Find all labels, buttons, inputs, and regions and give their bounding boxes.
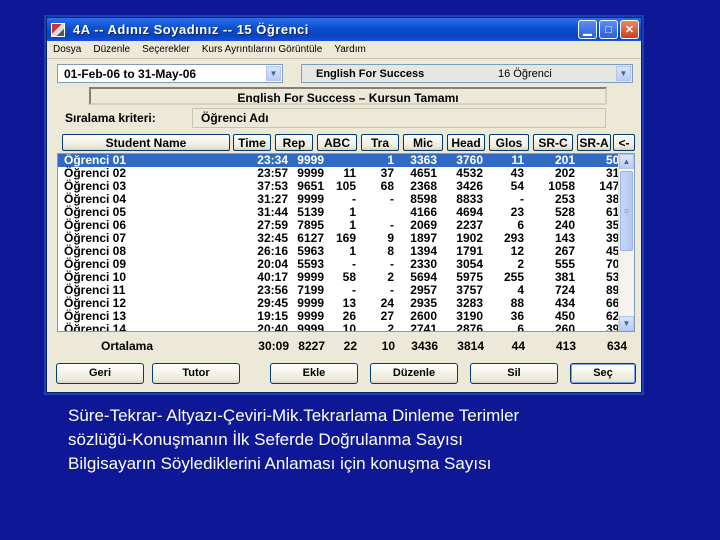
cell-rep: 9999 xyxy=(297,322,324,332)
table-row[interactable]: Öğrenci 07 32:45 6127 169 9 1897 1902 293 143 397 xyxy=(58,232,634,245)
caption-line: Bilgisayarın Söylediklerini Anlaması içi… xyxy=(68,454,492,473)
sort-label: Sıralama kriteri: xyxy=(65,111,156,125)
scroll-up-icon[interactable]: ▲ xyxy=(619,154,634,169)
column-header-time[interactable]: Time xyxy=(233,134,271,151)
cell-mic: 2741 xyxy=(410,322,437,332)
table-row[interactable]: Öğrenci 14 20:40 9999 10 2 2741 2876 6 260 392 xyxy=(58,323,634,332)
minimize-icon: ▁ xyxy=(583,24,592,36)
course-select[interactable]: English For Success 16 Öğrenci ▼ xyxy=(301,64,633,83)
title-bar[interactable]: 4A -- Adınız Soyadınız -- 15 Öğrenci ▁ □… xyxy=(47,18,641,41)
chevron-down-icon[interactable]: ▼ xyxy=(616,66,631,81)
average-sr-a: 634 xyxy=(606,339,627,353)
scrollbar[interactable]: ▲ ≡ ▼ xyxy=(618,154,634,331)
window-title: 4A -- Adınız Soyadınız -- 15 Öğrenci xyxy=(73,22,309,37)
menu-bar: Dosya Düzenle Seçerekler Kurs Ayrıntılar… xyxy=(47,41,641,59)
select-button[interactable]: Seç xyxy=(570,363,636,384)
edit-button[interactable]: Düzenle xyxy=(370,363,458,384)
average-rep: 8227 xyxy=(298,339,325,353)
average-mic: 3436 xyxy=(411,339,438,353)
cell-glos: 6 xyxy=(517,322,524,332)
scroll-thumb[interactable]: ≡ xyxy=(620,171,633,251)
menu-kurs-ayrintilari[interactable]: Kurs Ayrıntılarını Görüntüle xyxy=(202,44,322,55)
back-button-geri[interactable]: Geri xyxy=(56,363,144,384)
close-icon: ✕ xyxy=(624,24,635,36)
column-header-glos[interactable]: Glos xyxy=(489,134,529,151)
menu-dosya[interactable]: Dosya xyxy=(53,44,81,55)
slide-caption: Süre-Tekrar- Altyazı-Çeviri-Mik.Tekrarla… xyxy=(68,404,708,476)
menu-secenekler[interactable]: Seçerekler xyxy=(142,44,190,55)
date-range-select[interactable]: 01-Feb-06 to 31-May-06 ▼ xyxy=(57,64,283,83)
column-header-mic[interactable]: Mic xyxy=(403,134,443,151)
menu-yardim[interactable]: Yardım xyxy=(334,44,366,55)
average-abc: 22 xyxy=(343,339,357,353)
add-button[interactable]: Ekle xyxy=(270,363,358,384)
table-row[interactable]: Öğrenci 10 40:17 9999 58 2 5694 5975 255 381 530 xyxy=(58,271,634,284)
cell-abc: 10 xyxy=(342,322,356,332)
average-head: 3814 xyxy=(457,339,484,353)
table-row[interactable]: Öğrenci 03 37:53 9651 105 68 2368 3426 54 1058 14… xyxy=(58,180,634,193)
cell-sr-c: 260 xyxy=(554,322,575,332)
course-banner: English For Success – Kursun Tamamı xyxy=(89,87,607,105)
cell-time: 20:40 xyxy=(257,322,288,332)
date-range-value: 01-Feb-06 to 31-May-06 xyxy=(64,66,197,81)
back-button[interactable]: <- xyxy=(613,134,635,151)
student-list[interactable]: Öğrenci 01 23:34 9999 1 3363 3760 11 201 502 Öğre… xyxy=(57,153,635,332)
column-header-tra[interactable]: Tra xyxy=(361,134,399,151)
minimize-button[interactable]: ▁ xyxy=(578,20,597,39)
maximize-button[interactable]: □ xyxy=(599,20,618,39)
chevron-down-icon[interactable]: ▼ xyxy=(266,66,281,81)
column-header-head[interactable]: Head xyxy=(447,134,485,151)
app-icon xyxy=(51,22,65,37)
column-header-sr-c[interactable]: SR-C xyxy=(533,134,573,151)
table-row[interactable]: Öğrenci 05 31:44 5139 1 4166 4694 23 528 613 xyxy=(58,206,634,219)
column-header-student-name[interactable]: Student Name xyxy=(62,134,230,151)
cell-student-name: Öğrenci 14 xyxy=(64,322,127,332)
course-name: English For Success xyxy=(316,67,425,80)
column-header-sr-a[interactable]: SR-A xyxy=(577,134,611,151)
cell-head: 2876 xyxy=(456,322,483,332)
table-row[interactable]: Öğrenci 04 31:27 9999- -8598 8833-253 389 xyxy=(58,193,634,206)
student-count: 16 Öğrenci xyxy=(498,67,552,80)
delete-button[interactable]: Sil xyxy=(470,363,558,384)
sort-criteria-field[interactable]: Öğrenci Adı xyxy=(192,108,606,128)
menu-duzenle[interactable]: Düzenle xyxy=(93,44,130,55)
caption-line: sözlüğü-Konuşmanın İlk Seferde Doğrulanm… xyxy=(68,430,463,449)
cell-tra: - xyxy=(390,192,394,206)
average-row: Ortalama 30:09 8227 22 10 3436 3814 44 413 634 xyxy=(57,339,635,353)
app-window: 4A -- Adınız Soyadınız -- 15 Öğrenci ▁ □… xyxy=(46,17,642,393)
cell-tra: 2 xyxy=(387,322,394,332)
close-button[interactable]: ✕ xyxy=(620,20,639,39)
average-time: 30:09 xyxy=(258,339,289,353)
caption-line: Süre-Tekrar- Altyazı-Çeviri-Mik.Tekrarla… xyxy=(68,406,520,425)
column-header-abc[interactable]: ABC xyxy=(317,134,357,151)
table-row[interactable]: Öğrenci 08 26:16 5963 1 8 1394 1791 12 267 452 xyxy=(58,245,634,258)
average-sr-c: 413 xyxy=(555,339,576,353)
column-header-rep[interactable]: Rep xyxy=(275,134,313,151)
average-label: Ortalama xyxy=(101,339,154,353)
scroll-down-icon[interactable]: ▼ xyxy=(619,316,634,331)
maximize-icon: □ xyxy=(605,23,612,36)
average-glos: 44 xyxy=(511,339,525,353)
average-tra: 10 xyxy=(381,339,395,353)
tutor-button[interactable]: Tutor xyxy=(152,363,240,384)
